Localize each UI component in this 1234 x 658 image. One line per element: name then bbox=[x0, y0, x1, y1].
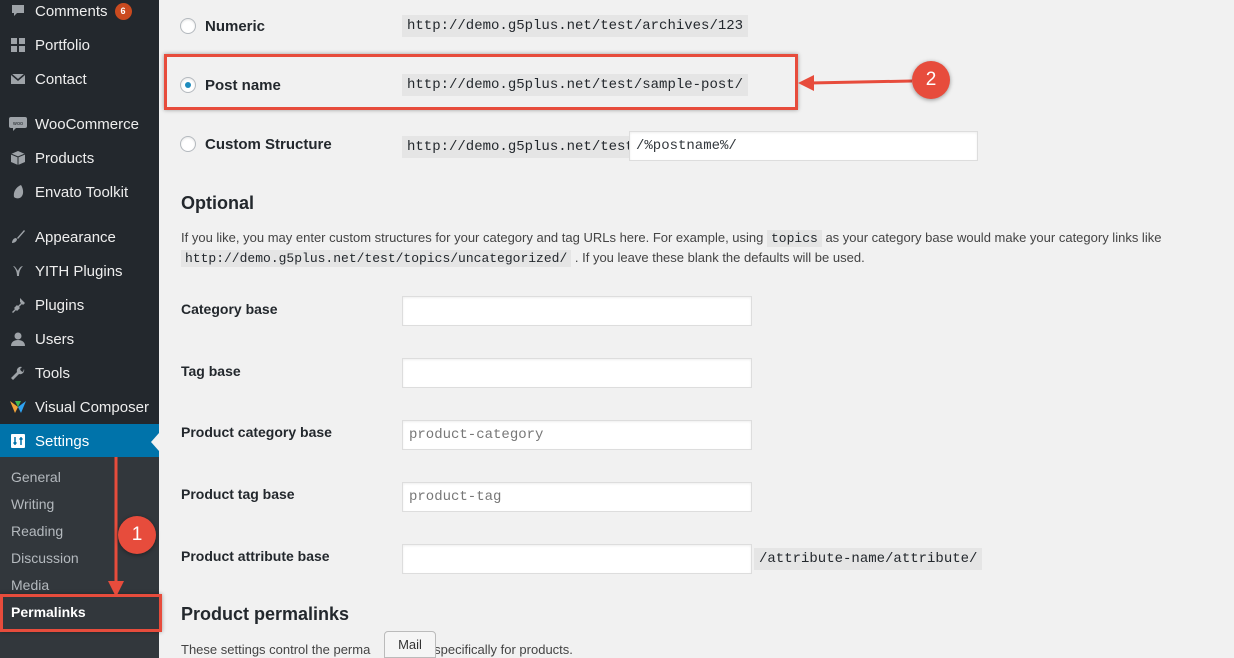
menu-woocommerce[interactable]: woo WooCommerce bbox=[0, 107, 159, 141]
menu-label: YITH Plugins bbox=[35, 262, 123, 280]
annotation-step-2: 2 bbox=[912, 61, 950, 99]
menu-label: Tools bbox=[35, 364, 71, 382]
menu-label: Comments bbox=[35, 2, 108, 20]
mail-tooltip: Mail bbox=[384, 631, 436, 658]
desc-text: These settings control the perma bbox=[181, 642, 371, 657]
annotation-step-1: 1 bbox=[118, 516, 156, 554]
optional-heading: Optional bbox=[181, 193, 254, 213]
desc-text: d specifically for products. bbox=[423, 642, 573, 657]
plugin-icon bbox=[8, 295, 28, 315]
submenu-media[interactable]: Media bbox=[11, 577, 49, 593]
numeric-example-url: http://demo.g5plus.net/test/archives/123 bbox=[402, 15, 749, 37]
product-permalinks-heading: Product permalinks bbox=[181, 604, 350, 624]
menu-portfolio[interactable]: Portfolio bbox=[0, 28, 159, 62]
product-permalinks-description: These settings control the perma d specif… bbox=[181, 640, 573, 658]
desc-code-example-url: http://demo.g5plus.net/test/topics/uncat… bbox=[181, 250, 572, 267]
yith-icon bbox=[8, 261, 28, 281]
mail-icon bbox=[8, 69, 28, 89]
desc-text: . If you leave these blank the defaults … bbox=[574, 250, 865, 265]
menu-users[interactable]: Users bbox=[0, 322, 159, 356]
admin-sidebar: Comments 6 Portfolio Contact woo WooComm… bbox=[0, 0, 159, 658]
submenu-discussion[interactable]: Discussion bbox=[11, 550, 79, 566]
menu-label: Appearance bbox=[35, 228, 116, 246]
menu-tools[interactable]: Tools bbox=[0, 356, 159, 390]
active-menu-arrow bbox=[151, 433, 159, 451]
menu-label: Envato Toolkit bbox=[35, 183, 129, 201]
menu-label: Portfolio bbox=[35, 36, 91, 54]
woocommerce-icon: woo bbox=[8, 114, 28, 134]
tag-base-label: Tag base bbox=[181, 363, 241, 379]
desc-code-topics: topics bbox=[767, 230, 822, 247]
product-attribute-base-input[interactable] bbox=[402, 544, 752, 574]
product-attribute-base-label: Product attribute base bbox=[181, 548, 330, 564]
menu-label: Products bbox=[35, 149, 95, 167]
comments-icon bbox=[8, 1, 28, 21]
product-tag-base-label: Product tag base bbox=[181, 486, 295, 502]
portfolio-icon bbox=[8, 35, 28, 55]
menu-comments[interactable]: Comments 6 bbox=[0, 0, 159, 28]
comments-count-badge: 6 bbox=[114, 2, 132, 20]
annotation-arrow-2 bbox=[798, 75, 913, 91]
desc-text: If you like, you may enter custom struct… bbox=[181, 230, 764, 245]
numeric-radio[interactable] bbox=[180, 18, 196, 34]
menu-yith-plugins[interactable]: YITH Plugins bbox=[0, 254, 159, 288]
svg-text:woo: woo bbox=[13, 121, 23, 127]
box-icon bbox=[8, 148, 28, 168]
settings-icon bbox=[8, 431, 28, 451]
custom-structure-input[interactable]: /%postname%/ bbox=[629, 131, 978, 161]
menu-label: Settings bbox=[35, 432, 90, 450]
menu-label: Users bbox=[35, 330, 75, 348]
menu-label: Plugins bbox=[35, 296, 85, 314]
menu-label: Contact bbox=[35, 70, 87, 88]
attribute-base-suffix: /attribute-name/attribute/ bbox=[754, 548, 983, 570]
permalinks-highlight-box bbox=[0, 594, 162, 632]
submenu-reading[interactable]: Reading bbox=[11, 523, 63, 539]
desc-text: as your category base would make your ca… bbox=[825, 230, 1162, 245]
custom-structure-base-url: http://demo.g5plus.net/test bbox=[402, 136, 639, 158]
custom-structure-radio[interactable] bbox=[180, 136, 196, 152]
menu-settings[interactable]: Settings bbox=[0, 424, 159, 458]
wrench-icon bbox=[8, 363, 28, 383]
category-base-label: Category base bbox=[181, 301, 278, 317]
category-base-input[interactable] bbox=[402, 296, 752, 326]
post-name-highlight-box bbox=[164, 54, 798, 110]
tag-base-input[interactable] bbox=[402, 358, 752, 388]
menu-appearance[interactable]: Appearance bbox=[0, 220, 159, 254]
envato-icon bbox=[8, 182, 28, 202]
visual-composer-icon bbox=[8, 397, 28, 417]
menu-label: WooCommerce bbox=[35, 115, 139, 133]
menu-products[interactable]: Products bbox=[0, 141, 159, 175]
menu-visual-composer[interactable]: Visual Composer bbox=[0, 390, 159, 424]
product-category-base-label: Product category base bbox=[181, 424, 332, 440]
menu-label: Visual Composer bbox=[35, 398, 149, 416]
numeric-label[interactable]: Numeric bbox=[205, 18, 265, 35]
submenu-writing[interactable]: Writing bbox=[11, 496, 54, 512]
product-category-base-input[interactable]: product-category bbox=[402, 420, 752, 450]
menu-plugins[interactable]: Plugins bbox=[0, 288, 159, 322]
custom-structure-label[interactable]: Custom Structure bbox=[205, 136, 332, 153]
menu-contact[interactable]: Contact bbox=[0, 62, 159, 96]
product-tag-base-input[interactable]: product-tag bbox=[402, 482, 752, 512]
optional-description: If you like, you may enter custom struct… bbox=[181, 228, 1161, 268]
user-icon bbox=[8, 329, 28, 349]
paintbrush-icon bbox=[8, 227, 28, 247]
submenu-general[interactable]: General bbox=[11, 469, 61, 485]
menu-envato-toolkit[interactable]: Envato Toolkit bbox=[0, 175, 159, 209]
